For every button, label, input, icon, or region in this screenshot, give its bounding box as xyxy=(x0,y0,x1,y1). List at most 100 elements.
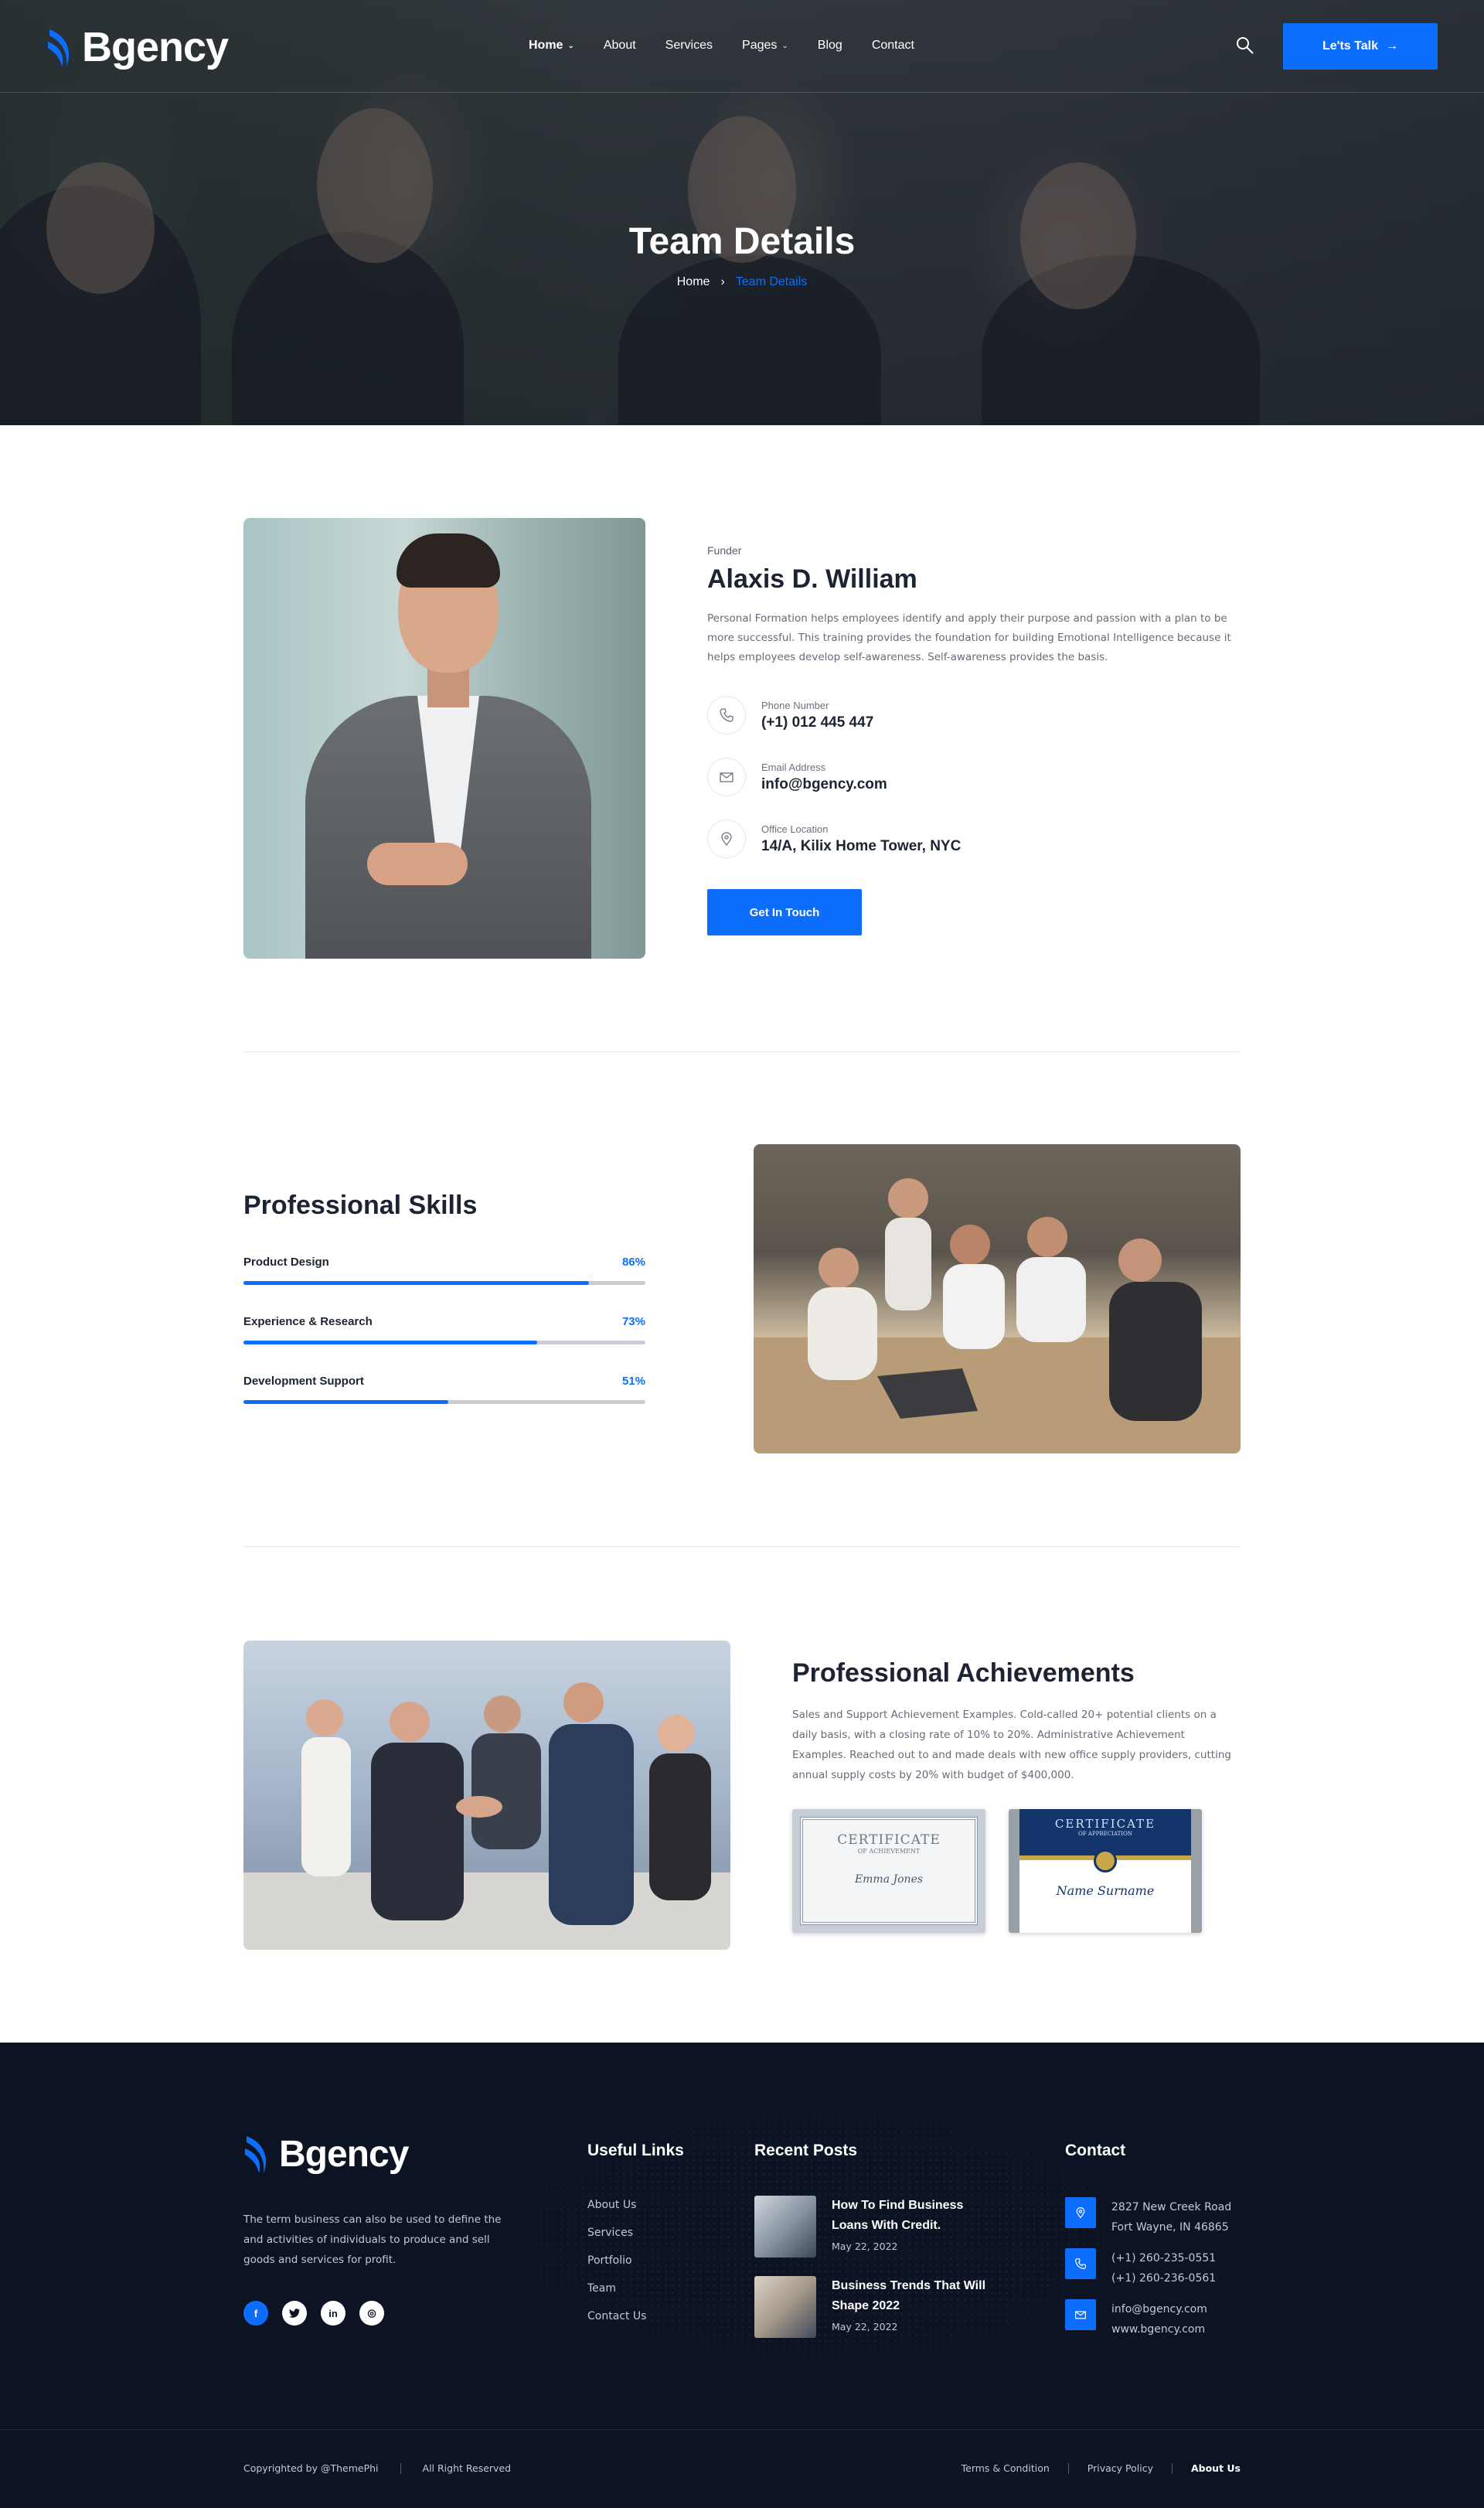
section-divider xyxy=(243,1546,1241,1547)
footer-logo[interactable]: Bgency xyxy=(243,2131,409,2176)
contact-value[interactable]: (+1) 012 445 447 xyxy=(761,714,873,731)
team-meeting-photo xyxy=(754,1144,1241,1453)
skill-progress-bar xyxy=(243,1281,645,1285)
profile-photo-hair xyxy=(397,533,500,588)
useful-links-list: About Us Services Portfolio Team Contact… xyxy=(587,2199,646,2338)
handshake-photo xyxy=(243,1641,730,1950)
certificate-paper: CERTIFICATE OF APPRECIATION Name Surname xyxy=(1019,1809,1191,1933)
phone-link[interactable]: (+1) 260-236-0561 xyxy=(1111,2268,1216,2288)
rights-text: All Right Reserved xyxy=(422,2462,512,2474)
footer-link-contact-us[interactable]: Contact Us xyxy=(587,2310,646,2324)
skill-label: Experience & Research xyxy=(243,1315,373,1328)
contact-phone: Phone Number (+1) 012 445 447 xyxy=(707,696,873,734)
skill-percent: 51% xyxy=(621,1375,645,1388)
useful-links-title: Useful Links xyxy=(587,2142,684,2159)
about-us-link[interactable]: About Us xyxy=(1191,2462,1241,2474)
nav-item-label: About xyxy=(603,39,636,52)
lets-talk-button[interactable]: Le'ts Talk → xyxy=(1283,23,1438,70)
nav-item-home[interactable]: Home ⌄ xyxy=(529,39,574,53)
terms-link[interactable]: Terms & Condition xyxy=(962,2462,1050,2474)
post-thumbnail[interactable] xyxy=(754,2276,816,2338)
handshake-illustration xyxy=(243,1682,730,1950)
separator xyxy=(400,2462,401,2474)
post-title[interactable]: Business Trends That Will Shape 2022 xyxy=(832,2276,986,2316)
profile-photo xyxy=(243,518,645,959)
nav-item-blog[interactable]: Blog xyxy=(818,39,842,53)
contact-value[interactable]: info@bgency.com xyxy=(761,776,887,792)
team-meeting-illustration xyxy=(754,1178,1241,1453)
footer-link-team[interactable]: Team xyxy=(587,2282,646,2296)
privacy-link[interactable]: Privacy Policy xyxy=(1087,2462,1153,2474)
mail-icon xyxy=(707,758,746,796)
lets-talk-label: Le'ts Talk xyxy=(1322,39,1378,53)
nav-item-label: Services xyxy=(665,39,713,52)
nav-item-about[interactable]: About xyxy=(604,39,636,53)
footer-emails: info@bgency.com www.bgency.com xyxy=(1065,2299,1207,2339)
breadcrumb-home[interactable]: Home xyxy=(677,275,710,289)
contact-label: Email Address xyxy=(761,761,826,773)
certificate-seal-icon xyxy=(1094,1849,1117,1872)
nav-item-label: Blog xyxy=(817,39,842,52)
footer-link-about-us[interactable]: About Us xyxy=(587,2199,646,2213)
twitter-icon[interactable] xyxy=(282,2301,307,2326)
post-title[interactable]: How To Find Business Loans With Credit. xyxy=(832,2196,986,2236)
recent-posts-title: Recent Posts xyxy=(754,2142,858,2159)
post-thumbnail[interactable] xyxy=(754,2196,816,2258)
post-date: May 22, 2022 xyxy=(832,2241,898,2252)
phone-icon xyxy=(707,696,746,734)
recent-post[interactable]: How To Find Business Loans With Credit. … xyxy=(754,2196,986,2258)
nav-item-pages[interactable]: Pages ⌄ xyxy=(742,39,788,53)
main-nav: Home ⌄ About Services Pages ⌄ Blog Conta… xyxy=(529,39,944,53)
brand-logo[interactable]: Bgency xyxy=(46,23,229,71)
search-icon[interactable] xyxy=(1235,36,1255,56)
profile-section: Funder Alaxis D. William Personal Format… xyxy=(243,518,1241,959)
footer-divider xyxy=(0,2429,1484,2430)
breadcrumb-separator-icon: › xyxy=(720,275,725,288)
nav-item-label: Contact xyxy=(871,39,914,52)
certificate-subheading: OF ACHIEVEMENT xyxy=(857,1848,921,1855)
certificate-subheading: OF APPRECIATION xyxy=(1078,1831,1132,1837)
navbar: Bgency Home ⌄ About Services Pages ⌄ Blo… xyxy=(0,0,1484,93)
logo-mark-icon xyxy=(245,2136,267,2173)
footer-link-portfolio[interactable]: Portfolio xyxy=(587,2254,646,2268)
brand-name: Bgency xyxy=(82,24,229,70)
skill-progress-fill xyxy=(243,1281,590,1285)
section-divider xyxy=(243,1051,1241,1052)
member-role: Funder xyxy=(707,544,742,557)
certificate-appreciation: CERTIFICATE OF APPRECIATION Name Surname xyxy=(1009,1809,1202,1933)
copyright-text: Copyrighted by @ThemePhi xyxy=(243,2462,379,2474)
certificate-recipient: Name Surname xyxy=(1056,1883,1155,1898)
skill-development-support: Development Support 51% xyxy=(243,1375,645,1404)
certificate-heading: CERTIFICATE xyxy=(1054,1817,1156,1831)
contact-email: Email Address info@bgency.com xyxy=(707,758,887,796)
footer-link-services[interactable]: Services xyxy=(587,2227,646,2241)
footer-brand-name: Bgency xyxy=(279,2133,409,2175)
skill-progress-fill xyxy=(243,1341,537,1344)
skills-title: Professional Skills xyxy=(243,1191,478,1220)
phone-icon xyxy=(1065,2248,1096,2279)
facebook-icon[interactable]: f xyxy=(243,2301,268,2326)
certificate-frame: CERTIFICATE OF ACHIEVEMENT Emma Jones xyxy=(800,1817,978,1925)
website-link[interactable]: www.bgency.com xyxy=(1111,2319,1207,2339)
linkedin-icon[interactable]: in xyxy=(321,2301,345,2326)
certificate-recipient: Emma Jones xyxy=(854,1873,924,1886)
member-bio: Personal Formation helps employees ident… xyxy=(707,612,1231,663)
skill-experience-research: Experience & Research 73% xyxy=(243,1315,645,1344)
skill-percent: 73% xyxy=(621,1315,645,1328)
address-line: Fort Wayne, IN 46865 xyxy=(1111,2221,1229,2234)
instagram-icon[interactable]: ◎ xyxy=(359,2301,384,2326)
contact-label: Phone Number xyxy=(761,699,829,711)
copyright: Copyrighted by @ThemePhi All Right Reser… xyxy=(243,2462,511,2474)
recent-post[interactable]: Business Trends That Will Shape 2022 May… xyxy=(754,2276,986,2338)
profile-photo-hands xyxy=(367,843,468,885)
skill-progress-bar xyxy=(243,1400,645,1404)
certificate-heading: CERTIFICATE xyxy=(837,1832,941,1848)
skill-label: Development Support xyxy=(243,1375,364,1388)
skill-progress-bar xyxy=(243,1341,645,1344)
get-in-touch-button[interactable]: Get In Touch xyxy=(707,889,862,935)
location-pin-icon xyxy=(707,820,746,858)
email-link[interactable]: info@bgency.com xyxy=(1111,2299,1207,2319)
nav-item-services[interactable]: Services xyxy=(665,39,713,53)
phone-link[interactable]: (+1) 260-235-0551 xyxy=(1111,2248,1216,2268)
nav-item-contact[interactable]: Contact xyxy=(872,39,914,53)
